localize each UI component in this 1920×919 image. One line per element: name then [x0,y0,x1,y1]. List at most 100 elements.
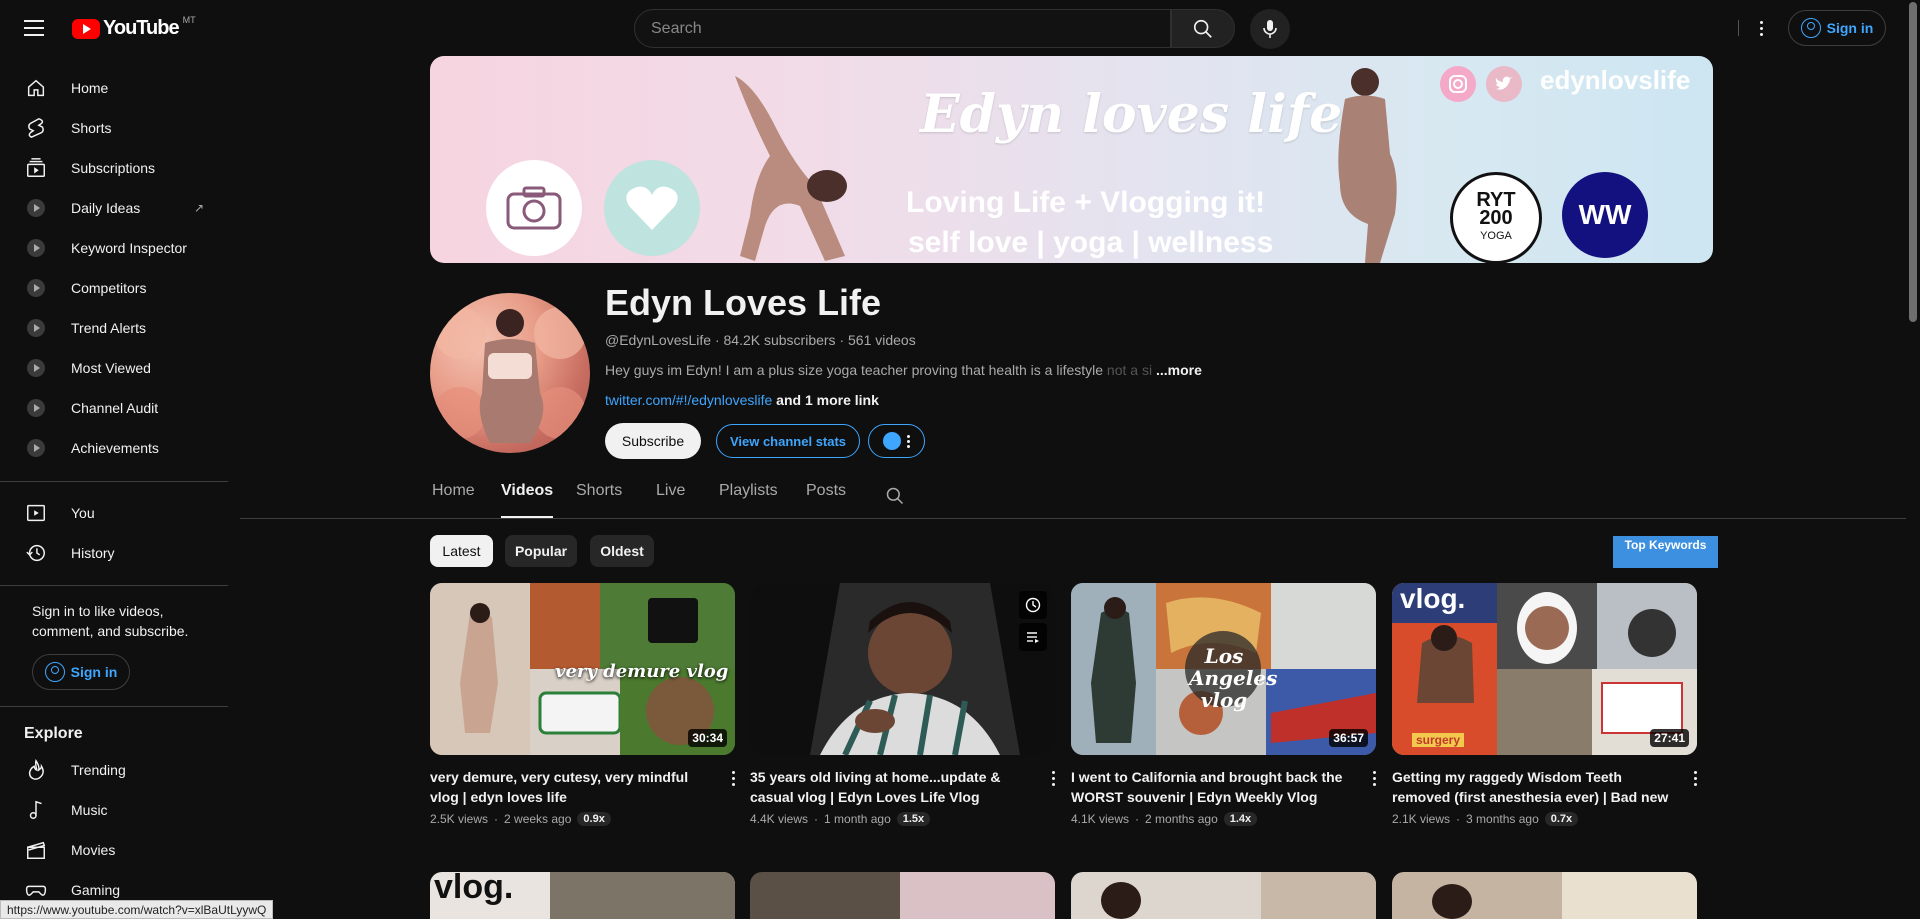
home-icon [24,76,48,100]
video-card[interactable]: very demure vlog 30:34 very demure, very… [430,583,735,826]
add-to-queue-icon[interactable] [1019,623,1047,651]
extension-icon [24,236,48,260]
sidebar-item-home[interactable]: Home [12,68,216,108]
meta-separator: · [1135,812,1140,826]
video-duration: 36:57 [1329,729,1368,747]
watch-later-icon[interactable] [1019,591,1047,619]
chip-popular[interactable]: Popular [505,535,577,567]
sidebar-divider [0,585,228,586]
meta-separator: · [814,812,819,826]
sidebar-item-competitors[interactable]: Competitors [12,268,216,308]
sidebar-item-movies[interactable]: Movies [12,830,216,870]
subscribe-button[interactable]: Subscribe [605,423,701,459]
ww-logo: WW [1562,172,1648,258]
search-input[interactable]: Search [634,9,1171,48]
sidebar-item-label: Music [71,802,108,818]
extension-logo-icon [883,432,901,450]
video-title[interactable]: Getting my raggedy Wisdom Teeth removed … [1392,767,1677,807]
video-title[interactable]: 35 years old living at home...update & c… [750,767,1035,807]
sign-in-button[interactable]: Sign in [1788,10,1886,46]
video-title[interactable]: I went to California and brought back th… [1071,767,1356,807]
settings-menu-button[interactable] [1751,17,1771,39]
video-views: 2.1K views [1392,812,1451,826]
sidebar-item-you[interactable]: You [12,493,216,533]
youtube-play-icon [72,18,100,39]
sidebar-item-history[interactable]: History [12,533,216,573]
banner-yoga-photo-right [1338,68,1397,263]
tab-playlists[interactable]: Playlists [719,482,778,518]
sidebar-item-most-viewed[interactable]: Most Viewed [12,348,216,388]
channel-tabs: Home Videos Shorts Live Playlists Posts [240,482,1920,518]
video-thumbnail-row2[interactable]: vlog. [430,872,735,919]
movies-icon [24,838,48,862]
microphone-icon [1263,20,1277,38]
view-channel-stats-button[interactable]: View channel stats [716,424,860,458]
top-keywords-button[interactable]: Top Keywords [1613,536,1718,568]
video-card[interactable]: 35 years old living at home...update & c… [750,583,1055,826]
video-menu-button[interactable] [732,771,735,786]
sidebar-sign-in-button[interactable]: Sign in [32,654,130,690]
video-thumbnail[interactable]: Los Angeles vlog 36:57 [1071,583,1376,755]
extension-menu-button[interactable] [868,424,925,458]
sidebar-item-label: Daily Ideas [71,200,141,216]
video-thumbnail-row2[interactable] [750,872,1055,919]
page-scrollbar[interactable] [1906,0,1920,919]
channel-banner: Edyn loves life Loving Life + Vlogging i… [430,56,1713,263]
ryt-200-badge: RYT 200 YOGA [1450,172,1542,263]
video-thumbnail[interactable]: very demure vlog 30:34 [430,583,735,755]
chip-latest[interactable]: Latest [430,535,493,567]
tab-posts[interactable]: Posts [806,482,846,518]
tab-videos[interactable]: Videos [501,482,553,518]
voice-search-button[interactable] [1250,9,1290,49]
scrollbar-thumb[interactable] [1909,2,1917,322]
video-meta: 4.1K views · 2 months ago 1.4x [1071,812,1376,826]
account-icon [44,662,65,682]
more-links-button[interactable]: and 1 more link [772,392,879,408]
sidebar-item-keyword-inspector[interactable]: Keyword Inspector [12,228,216,268]
sidebar-item-label: Achievements [71,440,159,456]
channel-search-icon[interactable] [885,486,905,506]
history-icon [24,541,48,565]
video-thumbnail[interactable]: vlog. surgery 27:41 [1392,583,1697,755]
video-views: 2.5K views [430,812,489,826]
video-menu-button[interactable] [1373,771,1376,786]
sidebar-item-subscriptions[interactable]: Subscriptions [12,148,216,188]
sidebar-item-shorts[interactable]: Shorts [12,108,216,148]
video-card[interactable]: vlog. surgery 27:41 Getting my raggedy W… [1392,583,1697,826]
ryt-number: 200 [1479,207,1513,229]
search-button[interactable] [1171,9,1235,48]
video-menu-button[interactable] [1694,771,1697,786]
menu-icon[interactable] [24,16,48,40]
video-menu-button[interactable] [1052,771,1055,786]
video-card[interactable]: Los Angeles vlog 36:57 I went to Califor… [1071,583,1376,826]
sidebar-item-daily-ideas[interactable]: Daily Ideas ↗ [12,188,216,228]
outlier-score-badge: 1.4x [1223,812,1258,826]
extension-icon [24,436,48,460]
chip-oldest[interactable]: Oldest [590,535,654,567]
music-icon [24,798,48,822]
sidebar-item-trend-alerts[interactable]: Trend Alerts [12,308,216,348]
tab-shorts[interactable]: Shorts [576,482,622,518]
video-thumbnail[interactable] [750,583,1055,755]
banner-title: Edyn loves life [920,84,1343,145]
channel-description[interactable]: Hey guys im Edyn! I am a plus size yoga … [605,362,1202,378]
channel-link[interactable]: twitter.com/#!/edynloveslife [605,392,772,408]
sidebar-item-music[interactable]: Music [12,790,216,830]
sidebar-divider [0,706,228,707]
channel-links: twitter.com/#!/edynloveslife and 1 more … [605,392,879,408]
sidebar-item-achievements[interactable]: Achievements [12,428,216,468]
tab-home[interactable]: Home [432,482,475,518]
video-thumbnail-row2[interactable] [1071,872,1376,919]
divider [1738,20,1739,36]
video-title[interactable]: very demure, very cutesy, very mindful v… [430,767,715,807]
twitter-icon [1486,66,1522,102]
more-button[interactable]: ...more [1156,362,1202,378]
sidebar-item-trending[interactable]: Trending [12,750,216,790]
youtube-logo[interactable]: YouTube MT [72,15,196,40]
outlier-score-badge: 0.7x [1544,812,1579,826]
video-duration: 30:34 [688,729,727,747]
sidebar-item-channel-audit[interactable]: Channel Audit [12,388,216,428]
channel-name: Edyn Loves Life [605,282,882,323]
video-thumbnail-row2[interactable] [1392,872,1697,919]
tab-live[interactable]: Live [656,482,685,518]
